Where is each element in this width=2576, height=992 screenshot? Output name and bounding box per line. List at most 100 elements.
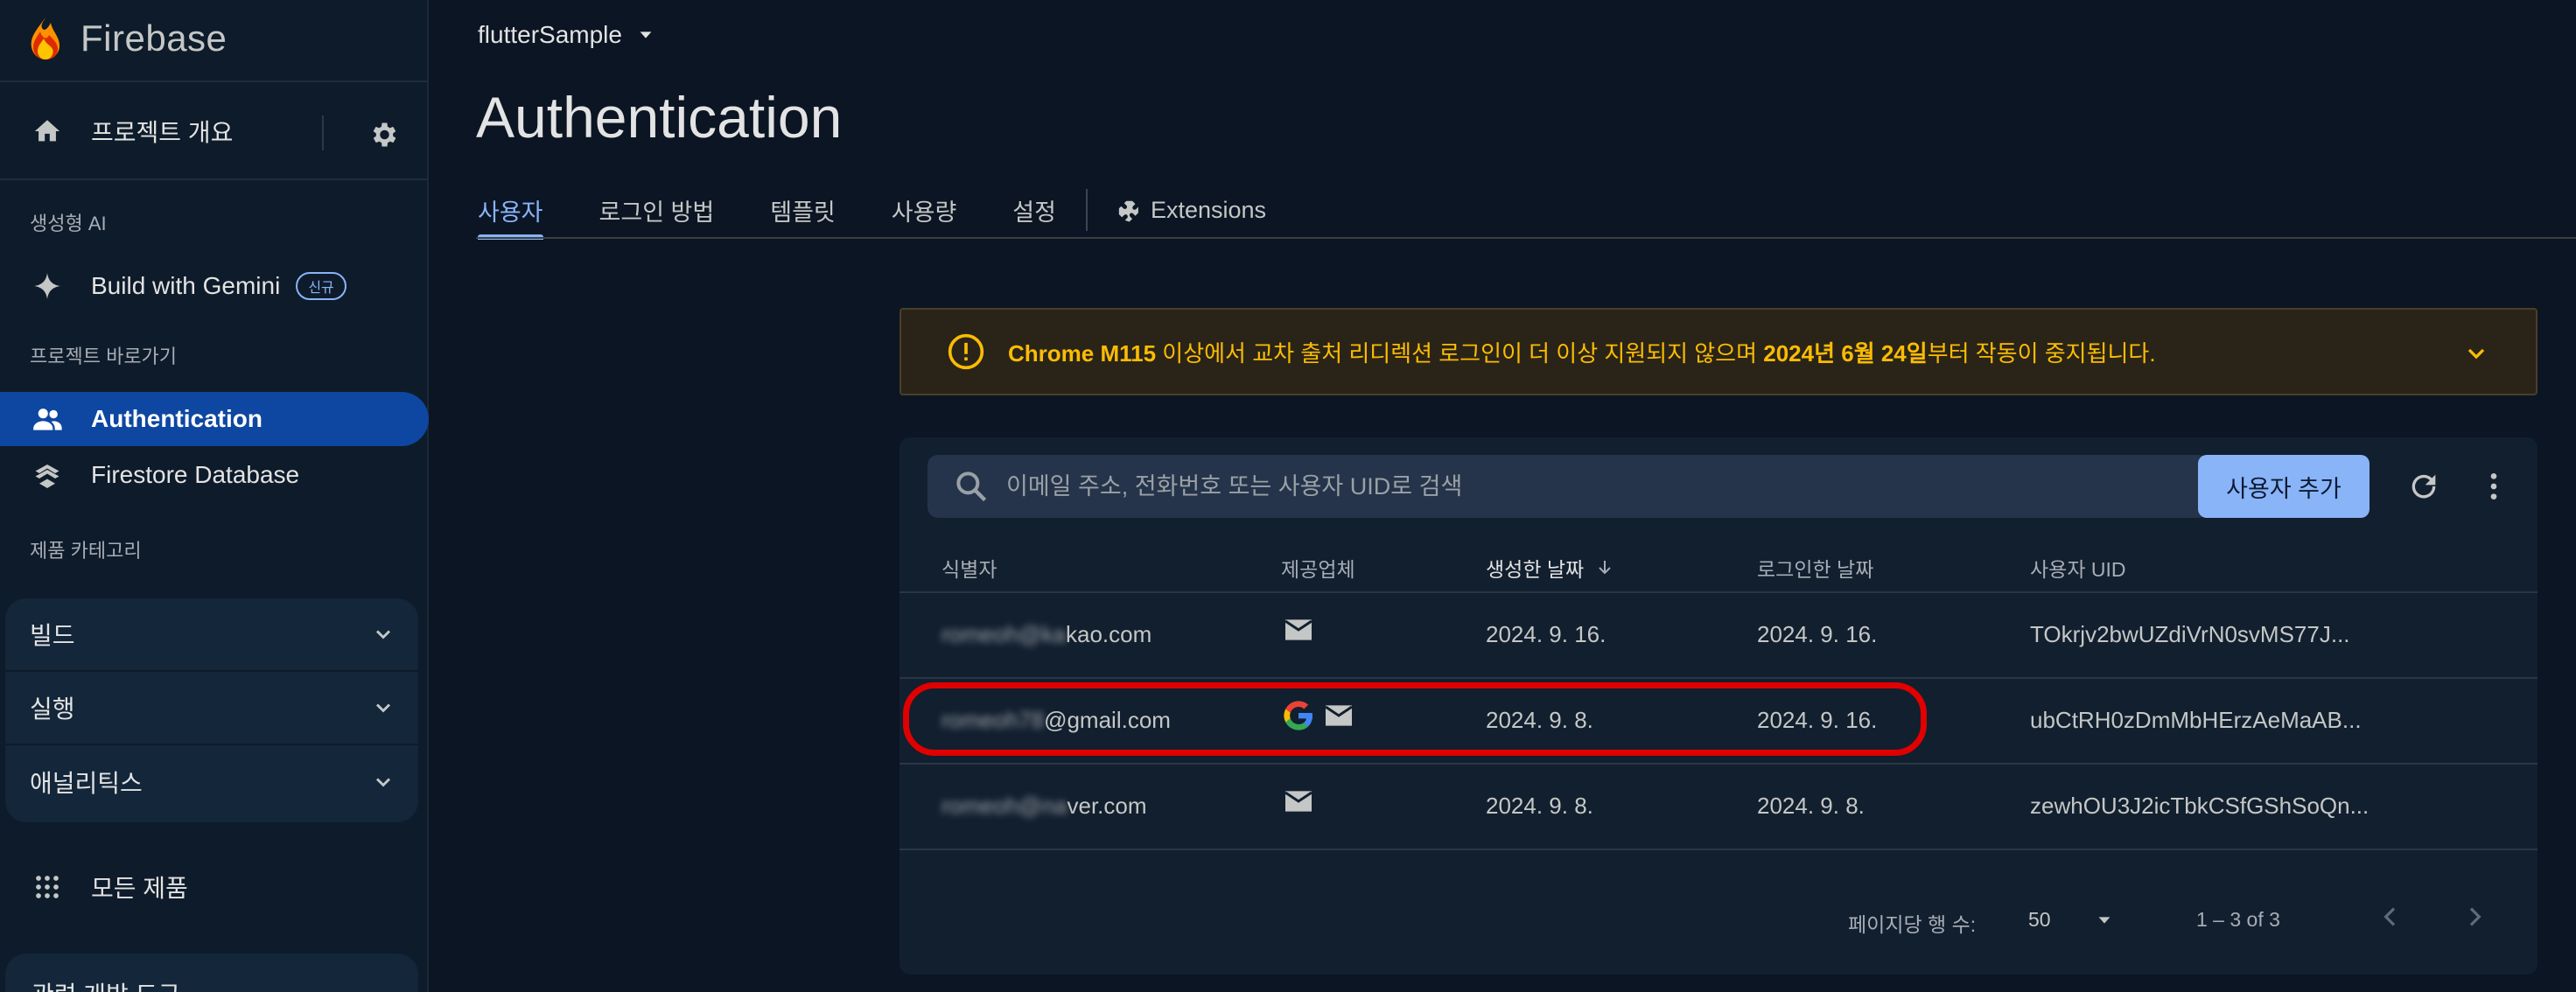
search-bar[interactable] [928,455,2208,518]
uid-cell: ubCtRH0zDmMbHErzAeMaAB... [2030,707,2362,733]
signed-in-cell: 2024. 9. 8. [1757,793,1865,819]
column-header-signed-in[interactable]: 로그인한 날짜 [1757,553,1873,583]
all-products[interactable]: 모든 제품 [0,859,429,915]
tab-templates[interactable]: 템플릿 [770,182,836,238]
category-list: 빌드 실행 애널리틱스 [5,598,418,822]
banner-date: 2024년 6월 24일 [1763,339,1928,367]
tab-sign-in-method[interactable]: 로그인 방법 [599,182,715,238]
redacted-text: romeoh78 [942,707,1045,733]
project-overview[interactable]: 프로젝트 개요 [0,96,429,166]
mail-icon [1325,705,1353,726]
identifier-cell: romeoh78@gmail.com [942,707,1171,734]
firebase-flame-icon [31,17,60,59]
banner-text: 부터 작동이 중지됩니다. [1927,339,2156,367]
rows-per-page-select[interactable]: 50 [2028,908,2114,932]
divider [1085,189,1088,231]
column-header-identifier[interactable]: 식별자 [942,553,997,583]
providers-cell [1281,612,1316,647]
warning-icon [948,333,984,370]
column-header-uid[interactable]: 사용자 UID [2030,553,2125,583]
refresh-icon[interactable] [2403,465,2445,507]
rows-per-page-value: 50 [2028,908,2051,931]
project-overview-label: 프로젝트 개요 [91,119,234,146]
search-input[interactable] [1006,472,2144,500]
gear-icon[interactable] [366,117,401,152]
banner-text: 이상에서 교차 출처 리디렉션 로그인이 더 이상 지원되지 않으며 [1156,339,1764,367]
dev-tools[interactable]: 관련 개발 도구 [5,954,418,992]
identifier-cell: romeoh@naver.com [942,793,1147,820]
tab-usage[interactable]: 사용량 [892,182,957,238]
extension-icon [1118,200,1138,222]
banner-message: Chrome M115 이상에서 교차 출처 리디렉션 로그인이 더 이상 지원… [1008,336,2156,368]
providers-cell [1281,784,1316,819]
page-title: Authentication [476,85,843,150]
table-row[interactable]: romeoh@kakao.com 2024. 9. 16. 2024. 9. 1… [900,593,2538,679]
created-cell: 2024. 9. 8. [1486,793,1593,819]
people-icon [30,402,65,437]
divider [476,237,2576,239]
tab-extensions[interactable]: Extensions [1114,182,1266,238]
category-label: 애널리틱스 [30,770,143,797]
sparkle-icon [30,269,65,304]
uid-cell: TOkrjv2bwUZdiVrN0svMS77J... [2030,621,2350,647]
signed-in-cell: 2024. 9. 16. [1757,707,1878,733]
warning-banner: Chrome M115 이상에서 교차 출처 리디렉션 로그인이 더 이상 지원… [900,308,2538,395]
sidebar-item-gemini[interactable]: Build with Gemini 신규 [0,259,429,313]
identifier-text: @gmail.com [1044,707,1171,733]
new-badge: 신규 [296,272,346,300]
table-row[interactable]: romeoh@naver.com 2024. 9. 8. 2024. 9. 8.… [900,765,2538,850]
category-run[interactable]: 실행 [5,672,418,745]
uid-cell: zewhOU3J2icTbkCSfGShSoQn... [2030,793,2370,819]
tab-users[interactable]: 사용자 [478,182,543,240]
sidebar-item-label: Build with Gemini [91,272,281,299]
more-vert-icon[interactable] [2473,465,2515,507]
column-header-label: 생성한 날짜 [1486,558,1585,581]
chevron-down-icon [375,703,391,713]
app-name: Firebase [80,17,228,59]
section-label-categories: 제품 카테고리 [30,540,142,562]
section-label-shortcuts: 프로젝트 바로가기 [30,346,178,367]
sidebar-item-firestore[interactable]: Firestore Database [0,448,429,502]
sidebar: Firebase 프로젝트 개요 생성형 AI Build with Gemin… [0,0,429,992]
identifier-text: ver.com [1067,793,1147,819]
identifier-cell: romeoh@kakao.com [942,621,1152,648]
created-cell: 2024. 9. 8. [1486,707,1593,733]
caret-down-icon [2098,916,2110,924]
project-selector[interactable]: flutterSample [478,21,655,49]
tab-bar: 사용자 로그인 방법 템플릿 사용량 설정 Extensions [478,182,1322,240]
google-icon [1284,701,1312,730]
tab-settings[interactable]: 설정 [1012,182,1056,238]
apps-grid-icon [32,871,63,903]
page-range: 1 – 3 of 3 [2196,908,2280,931]
redacted-text: romeoh@na [942,793,1068,819]
column-header-created[interactable]: 생성한 날짜 [1486,553,1615,583]
chevron-right-icon[interactable] [2460,903,2488,936]
chevron-down-icon [375,778,391,787]
arrow-down-icon [1599,561,1611,575]
divider [322,115,324,150]
created-cell: 2024. 9. 16. [1486,621,1606,647]
category-build[interactable]: 빌드 [5,598,418,672]
table-row[interactable]: romeoh78@gmail.com 2024. 9. 8. 2024. 9. … [900,679,2538,765]
chevron-down-icon [375,630,391,639]
mail-icon [1284,791,1312,812]
category-label: 실행 [30,695,75,723]
home-icon [32,115,63,147]
sidebar-item-label: Authentication [91,405,262,432]
category-label: 빌드 [30,622,75,649]
chevron-left-icon[interactable] [2376,903,2404,936]
category-analytics[interactable]: 애널리틱스 [5,745,418,819]
signed-in-cell: 2024. 9. 16. [1757,621,1878,647]
banner-chrome-version: Chrome M115 [1008,339,1157,367]
divider [0,178,429,180]
tab-label: Extensions [1150,196,1267,223]
firebase-logo[interactable]: Firebase [28,12,227,65]
providers-cell [1281,698,1356,733]
table-header: 식별자 제공업체 생성한 날짜 로그인한 날짜 사용자 UID [900,541,2538,593]
all-products-label: 모든 제품 [91,875,188,902]
divider [0,80,429,82]
chevron-down-icon[interactable] [2462,339,2490,367]
users-card: 사용자 추가 식별자 제공업체 생성한 날짜 로그인한 날짜 사용자 UID r… [900,437,2538,975]
sidebar-item-authentication[interactable]: Authentication [0,392,429,446]
add-user-button[interactable]: 사용자 추가 [2198,455,2370,518]
